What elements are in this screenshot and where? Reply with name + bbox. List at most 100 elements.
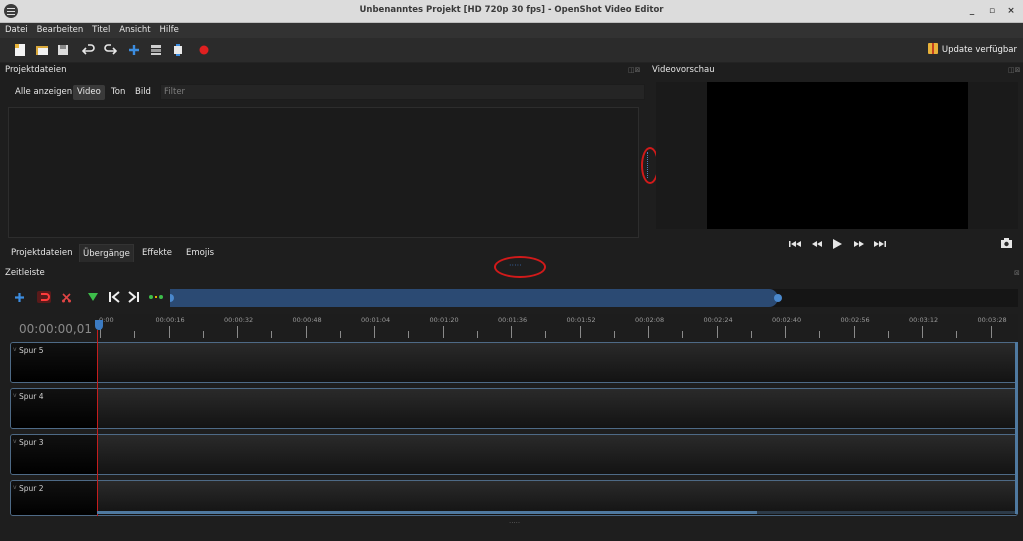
preview-dock-controls[interactable]: ◫⊠ — [1008, 66, 1020, 74]
ruler-minor-tick — [956, 331, 958, 338]
files-filter-bar: Alle anzeigen Video Ton Bild — [8, 82, 645, 102]
track-label: Spur 5 — [19, 346, 44, 355]
camera-icon[interactable] — [1000, 237, 1013, 249]
timeline-zoom-range[interactable] — [170, 289, 778, 307]
redo-icon[interactable] — [103, 43, 117, 57]
ruler-tick-label: 00:02:56 — [840, 316, 870, 324]
preview-video-canvas[interactable] — [707, 82, 968, 229]
tab-projektdateien[interactable]: Projektdateien — [8, 244, 75, 262]
ruler-major-tick — [990, 326, 992, 338]
menu-bearbeiten[interactable]: Bearbeiten — [37, 23, 84, 38]
ruler-major-tick — [442, 326, 444, 338]
track-row[interactable]: v Spur 5 — [10, 342, 1018, 383]
track-body[interactable] — [98, 343, 1017, 382]
ruler-minor-tick — [887, 331, 889, 338]
timeline-title: Zeitleiste — [5, 268, 45, 278]
import-files-icon[interactable] — [127, 43, 141, 57]
project-files-dock-controls[interactable]: ◫⊠ — [628, 66, 640, 74]
timeline-horizontal-scrollbar[interactable] — [97, 511, 757, 514]
track-header[interactable]: v Spur 5 — [11, 343, 98, 382]
track-header[interactable]: v Spur 4 — [11, 389, 98, 428]
time-ruler[interactable]: 0:00 00:00:16 00:00:32 00:00:48 00:01:04 00:0… — [97, 314, 1018, 340]
ruler-major-tick — [305, 326, 307, 338]
ruler-tick-label: 00:02:40 — [772, 316, 802, 324]
ruler-tick-label: 00:01:04 — [361, 316, 391, 324]
rewind-icon[interactable] — [810, 239, 824, 249]
zoom-end-handle[interactable] — [774, 294, 782, 302]
ruler-major-tick — [374, 326, 375, 338]
filter-tab-video[interactable]: Video — [73, 85, 105, 100]
ruler-minor-tick — [750, 331, 752, 338]
timeline-dock-control[interactable]: ⊠ — [1014, 269, 1020, 277]
snap-icon[interactable] — [37, 291, 51, 303]
undo-icon[interactable] — [82, 43, 96, 57]
ruler-tick-label: 00:01:52 — [566, 316, 596, 324]
track-label: Spur 2 — [19, 484, 44, 493]
chevron-down-icon[interactable]: v — [13, 484, 17, 491]
menu-datei[interactable]: Datei — [5, 23, 28, 38]
play-icon[interactable] — [831, 238, 843, 250]
next-marker-icon[interactable] — [127, 291, 140, 303]
tab-effekte[interactable]: Effekte — [139, 244, 175, 262]
minimize-button[interactable]: _ — [965, 4, 979, 18]
ruler-major-tick — [648, 326, 649, 338]
track-header[interactable]: v Spur 3 — [11, 435, 98, 474]
fast-forward-icon[interactable] — [852, 239, 866, 249]
menu-bar: Datei Bearbeiten Titel Ansicht Hilfe — [0, 23, 1023, 38]
tab-emojis[interactable]: Emojis — [183, 244, 217, 262]
menu-hilfe[interactable]: Hilfe — [160, 23, 179, 38]
jump-start-icon[interactable] — [788, 239, 802, 249]
add-marker-icon[interactable] — [87, 292, 99, 302]
track-body[interactable] — [98, 481, 1017, 515]
filter-tab-image[interactable]: Bild — [131, 85, 155, 100]
chevron-down-icon[interactable]: v — [13, 346, 17, 353]
ruler-minor-tick — [202, 331, 204, 338]
center-playhead-icon[interactable] — [148, 293, 164, 301]
track-body[interactable] — [98, 389, 1017, 428]
close-button[interactable]: × — [1004, 4, 1018, 18]
track-body[interactable] — [98, 435, 1017, 474]
previous-marker-icon[interactable] — [108, 291, 121, 303]
ruler-minor-tick — [682, 331, 684, 338]
ruler-major-tick — [853, 326, 855, 338]
ruler-tick-label: 00:01:20 — [429, 316, 459, 324]
save-project-icon[interactable] — [56, 43, 70, 57]
ruler-tick-label: 00:02:24 — [703, 316, 733, 324]
chevron-down-icon[interactable]: v — [13, 438, 17, 445]
track-row[interactable]: v Spur 3 — [10, 434, 1018, 475]
project-files-list[interactable] — [8, 107, 639, 238]
playhead-handle[interactable] — [95, 320, 103, 330]
ruler-tick-label: 00:01:36 — [498, 316, 528, 324]
track-row[interactable]: v Spur 4 — [10, 388, 1018, 429]
filter-tab-audio[interactable]: Ton — [107, 85, 129, 100]
chevron-down-icon[interactable]: v — [13, 392, 17, 399]
filter-input[interactable] — [160, 84, 645, 100]
profile-icon[interactable] — [149, 43, 163, 57]
new-project-icon[interactable] — [13, 43, 27, 57]
add-track-icon[interactable] — [14, 292, 25, 303]
jump-end-icon[interactable] — [873, 239, 887, 249]
ruler-major-tick — [168, 326, 170, 338]
track-header[interactable]: v Spur 2 — [11, 481, 98, 515]
splitter-annotation-ellipse — [494, 256, 546, 278]
tab-uebergaenge[interactable]: Übergänge — [79, 244, 134, 262]
maximize-button[interactable]: ▫ — [985, 4, 999, 18]
ruler-tick-label: 00:02:08 — [635, 316, 665, 324]
filter-tab-all[interactable]: Alle anzeigen — [11, 85, 76, 100]
playhead-line — [97, 330, 98, 516]
ruler-minor-tick — [339, 331, 341, 338]
project-files-title: Projektdateien — [5, 65, 67, 75]
timeline-vertical-scrollbar[interactable] — [1015, 342, 1018, 514]
update-available-button[interactable]: Update verfügbar — [927, 43, 1017, 58]
main-toolbar: Update verfügbar — [0, 38, 1023, 63]
ruler-tick-label: 00:03:28 — [977, 316, 1007, 324]
menu-titel[interactable]: Titel — [92, 23, 110, 38]
ruler-minor-tick — [271, 331, 273, 338]
bottom-splitter-handle[interactable]: ····· — [509, 519, 520, 527]
fullscreen-icon[interactable] — [171, 43, 185, 57]
razor-icon[interactable] — [61, 292, 72, 303]
ruler-minor-tick — [476, 331, 478, 338]
open-project-icon[interactable] — [35, 43, 49, 57]
export-video-icon[interactable] — [197, 43, 211, 57]
menu-ansicht[interactable]: Ansicht — [119, 23, 150, 38]
